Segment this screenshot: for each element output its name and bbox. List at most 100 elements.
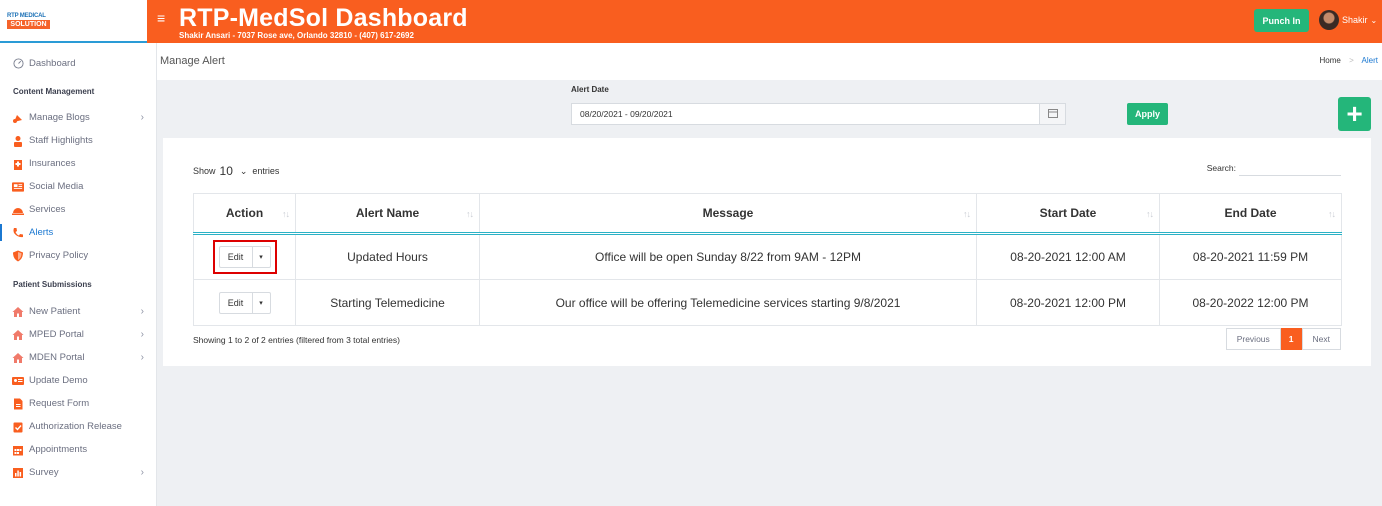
next-page-button[interactable]: Next	[1301, 328, 1341, 350]
user-menu[interactable]: Shakir ⌄	[1319, 10, 1377, 30]
column-header-message[interactable]: Message ↑↓	[479, 193, 977, 234]
punch-in-button[interactable]: Punch In	[1254, 9, 1309, 32]
alerts-card: Show 10 ⌄ entries Search: Action ↑↓ Alert…	[163, 138, 1371, 366]
hamburger-menu-icon[interactable]: ≡	[157, 11, 165, 25]
sidebar-item-label: Appointments	[29, 444, 88, 455]
sort-icon: ↑↓	[963, 209, 971, 219]
social-media-icon	[12, 181, 24, 193]
page-1-button[interactable]: 1	[1280, 328, 1302, 350]
alert-date-label: Alert Date	[571, 85, 609, 94]
sidebar-item-services[interactable]: Services	[0, 198, 156, 221]
logo-container: RTP MEDICAL SOLUTION	[0, 0, 156, 43]
sidebar-item-mden-portal[interactable]: MDEN Portal ›	[0, 346, 156, 369]
apply-button[interactable]: Apply	[1127, 103, 1168, 125]
pagination: Previous 1 Next	[1225, 328, 1341, 350]
sidebar-item-social-media[interactable]: Social Media	[0, 175, 156, 198]
calendar-button[interactable]	[1039, 103, 1066, 125]
search-label: Search:	[1206, 163, 1236, 173]
previous-page-button[interactable]: Previous	[1225, 328, 1281, 350]
top-header: ≡ RTP-MedSol Dashboard Shakir Ansari - 7…	[147, 0, 1382, 43]
breadcrumb-home[interactable]: Home	[1320, 56, 1341, 65]
phone-icon	[12, 227, 24, 239]
sidebar-item-label: Update Demo	[29, 375, 88, 386]
breadcrumb-separator: >	[1349, 56, 1354, 65]
edit-button[interactable]: Edit	[218, 291, 253, 314]
sidebar-item-label: Insurances	[29, 158, 76, 169]
sidebar-item-label: Survey	[29, 467, 59, 478]
home-icon	[12, 306, 24, 318]
sidebar-item-insurances[interactable]: Insurances	[0, 152, 156, 175]
sidebar-item-label: New Patient	[29, 306, 81, 317]
calendar-icon	[1047, 107, 1058, 121]
show-label: Show	[193, 166, 216, 176]
sidebar-item-privacy-policy[interactable]: Privacy Policy	[0, 244, 156, 267]
edit-button[interactable]: Edit	[218, 246, 253, 268]
start-date-cell: 08-20-2021 12:00 PM	[976, 279, 1160, 326]
sort-icon: ↑↓	[466, 209, 474, 219]
alert-name-cell: Updated Hours	[295, 233, 480, 280]
sidebar-item-label: Dashboard	[29, 58, 76, 69]
entries-label: entries	[252, 166, 280, 176]
chevron-right-icon: ›	[140, 352, 144, 363]
action-dropdown-button[interactable]: ▾	[252, 291, 271, 314]
section-heading-content: Content Management	[13, 87, 95, 96]
table-search: Search:	[1207, 160, 1341, 176]
hospital-icon	[12, 158, 24, 170]
app-title: RTP-MedSol Dashboard	[179, 4, 468, 32]
sort-icon: ↑↓	[282, 209, 290, 219]
page-title: Manage Alert	[160, 55, 225, 67]
chevron-right-icon: ›	[140, 112, 144, 123]
sidebar-item-survey[interactable]: Survey ›	[0, 461, 156, 484]
column-header-end-date[interactable]: End Date ↑↓	[1159, 193, 1342, 234]
highlighted-edit-group: Edit ▾	[212, 240, 277, 274]
date-range-input[interactable]	[571, 103, 1039, 125]
sidebar-item-label: Authorization Release	[29, 421, 122, 432]
user-name: Shakir	[1342, 15, 1368, 25]
alert-name-cell: Starting Telemedicine	[295, 279, 480, 326]
sidebar-item-update-demo[interactable]: Update Demo	[0, 369, 156, 392]
blog-icon	[12, 112, 24, 124]
sort-icon: ↑↓	[1146, 209, 1154, 219]
sidebar-item-dashboard[interactable]: Dashboard	[0, 52, 156, 75]
table-row: Edit ▾ Updated Hours Office will be open…	[193, 233, 1342, 280]
sidebar-item-new-patient[interactable]: New Patient ›	[0, 300, 156, 323]
logo[interactable]: RTP MEDICAL SOLUTION	[7, 13, 50, 29]
sidebar-nav: Dashboard Content Management Manage Blog…	[0, 52, 156, 484]
page-size-control: Show 10 ⌄ entries	[193, 164, 279, 178]
chevron-right-icon: ›	[140, 306, 144, 317]
table-info: Showing 1 to 2 of 2 entries (filtered fr…	[193, 335, 400, 345]
sidebar-item-label: Privacy Policy	[29, 250, 89, 261]
sidebar-item-manage-blogs[interactable]: Manage Blogs ›	[0, 106, 156, 129]
page-size-select[interactable]: 10 ⌄	[220, 164, 248, 178]
table-header-row: Action ↑↓ Alert Name ↑↓ Message ↑↓ Start Da…	[193, 193, 1342, 234]
search-input[interactable]	[1239, 160, 1341, 176]
action-cell: Edit ▾	[193, 279, 296, 326]
home-icon	[12, 352, 24, 364]
chevron-down-icon: ⌄	[239, 165, 248, 176]
sidebar-item-request-form[interactable]: Request Form	[0, 392, 156, 415]
column-header-alert-name[interactable]: Alert Name ↑↓	[295, 193, 480, 234]
alerts-table: Action ↑↓ Alert Name ↑↓ Message ↑↓ Start Da…	[193, 193, 1342, 326]
add-alert-button[interactable]: +	[1338, 97, 1371, 131]
logo-line-1: RTP MEDICAL	[7, 12, 46, 19]
home-icon	[12, 329, 24, 341]
sidebar-item-alerts[interactable]: Alerts	[0, 221, 156, 244]
file-icon	[12, 398, 24, 410]
sidebar-item-label: Request Form	[29, 398, 90, 409]
sidebar-item-appointments[interactable]: Appointments	[0, 438, 156, 461]
action-dropdown-button[interactable]: ▾	[252, 246, 271, 268]
sidebar-item-mped-portal[interactable]: MPED Portal ›	[0, 323, 156, 346]
column-header-start-date[interactable]: Start Date ↑↓	[976, 193, 1160, 234]
speedometer-icon	[12, 58, 24, 70]
sidebar-item-label: MDEN Portal	[29, 352, 85, 363]
sidebar: RTP MEDICAL SOLUTION Dashboard Content M…	[0, 0, 157, 506]
breadcrumb: Home > Alert	[1320, 56, 1378, 65]
sidebar-item-authorization-release[interactable]: Authorization Release	[0, 415, 156, 438]
section-heading-patient: Patient Submissions	[13, 280, 92, 289]
action-cell: Edit ▾	[193, 233, 296, 280]
check-clipboard-icon	[12, 421, 24, 433]
column-header-action[interactable]: Action ↑↓	[193, 193, 296, 234]
message-cell: Office will be open Sunday 8/22 from 9AM…	[479, 233, 977, 280]
sidebar-item-staff-highlights[interactable]: Staff Highlights	[0, 129, 156, 152]
id-card-icon	[12, 375, 24, 387]
